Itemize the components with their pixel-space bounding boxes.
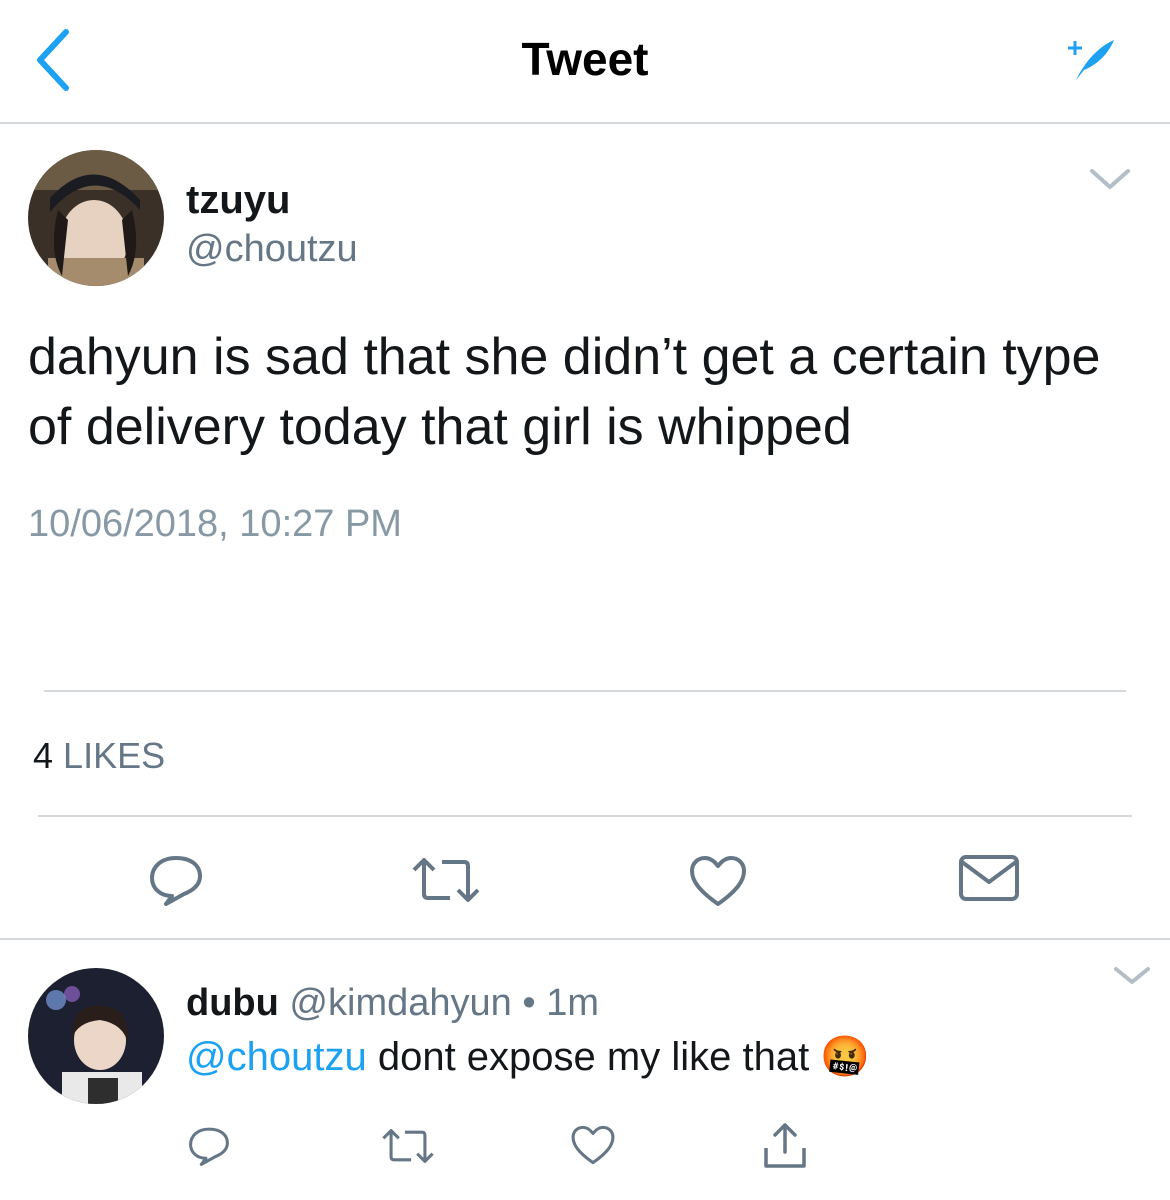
message-icon[interactable] — [958, 854, 1020, 902]
page-title: Tweet — [521, 33, 649, 85]
tweet-timestamp: 10/06/2018, 10:27 PM — [28, 503, 402, 545]
reply-retweet-icon[interactable] — [380, 1126, 436, 1166]
likes-number: 4 — [33, 735, 54, 776]
reply-separator: • — [522, 982, 536, 1024]
reply-author-handle[interactable]: @kimdahyun — [289, 982, 511, 1024]
chevron-down-icon[interactable] — [1088, 166, 1132, 192]
author-handle[interactable]: @choutzu — [186, 228, 358, 271]
reply-body: dont expose my like that — [377, 1035, 810, 1079]
reply-avatar[interactable] — [28, 968, 164, 1104]
reply-header: dubu @kimdahyun • 1m — [186, 982, 599, 1025]
reply-emoji: 🤬 — [820, 1035, 871, 1079]
stats-divider-bottom — [38, 815, 1132, 817]
compose-icon[interactable] — [1062, 34, 1118, 86]
reply-mention[interactable]: @choutzu — [186, 1035, 367, 1079]
reply-like-icon[interactable] — [570, 1124, 616, 1166]
share-icon[interactable] — [762, 1120, 808, 1170]
header-divider — [0, 122, 1170, 124]
tweet-text: dahyun is sad that she didn’t get a cert… — [28, 328, 1101, 456]
reply-text: @choutzu dont expose my like that 🤬 — [186, 1033, 870, 1080]
reply-chevron-down-icon[interactable] — [1112, 964, 1152, 986]
likes-count[interactable]: 4 LIKES — [33, 735, 165, 777]
like-icon[interactable] — [688, 854, 748, 908]
reply-reply-icon[interactable] — [186, 1124, 232, 1168]
stats-divider-top — [44, 690, 1126, 692]
actions-divider — [0, 938, 1170, 940]
reply-time: 1m — [546, 982, 599, 1024]
likes-label: LIKES — [63, 735, 166, 776]
reply-icon[interactable] — [146, 852, 206, 908]
author-name[interactable]: tzuyu — [186, 178, 290, 223]
avatar[interactable] — [28, 150, 164, 286]
reply-author-name[interactable]: dubu — [186, 982, 279, 1024]
retweet-icon[interactable] — [410, 854, 482, 906]
